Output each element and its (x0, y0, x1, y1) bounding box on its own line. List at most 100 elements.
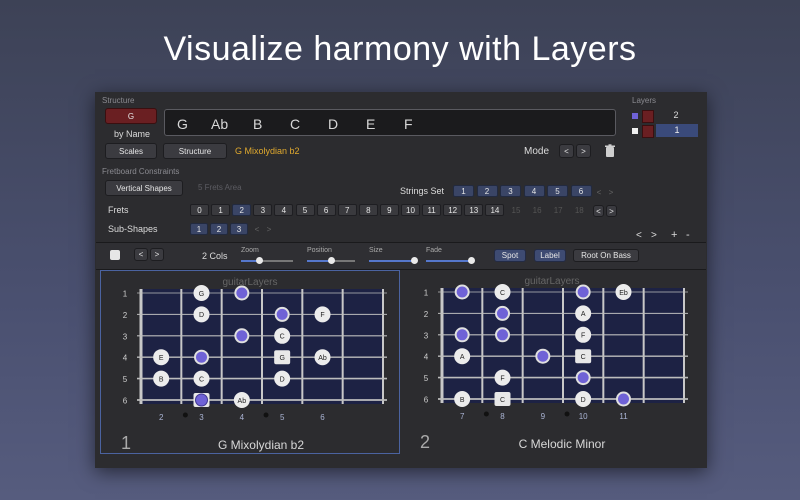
subshape-chip[interactable]: 2 (210, 223, 228, 235)
fret-chip[interactable]: 3 (253, 204, 273, 216)
fret-chip[interactable]: 16 (528, 204, 547, 216)
scales-button[interactable]: Scales (105, 143, 157, 159)
note-marker[interactable]: F (494, 369, 511, 386)
layer-visibility-toggle[interactable] (642, 110, 654, 123)
fret-chip[interactable]: 15 (507, 204, 526, 216)
string-set-chip[interactable]: 1 (453, 185, 474, 197)
fret-chip[interactable]: 2 (232, 204, 252, 216)
note-marker[interactable] (234, 285, 250, 301)
root-on-bass-button[interactable]: Root On Bass (573, 249, 639, 262)
spot-button[interactable]: Spot (494, 249, 526, 262)
layer-visibility-toggle[interactable] (642, 125, 654, 138)
strings-next-button[interactable]: > (606, 186, 616, 198)
note-marker[interactable]: G (274, 350, 291, 365)
shapes-button[interactable]: Vertical Shapes (105, 180, 183, 196)
note-marker[interactable]: Eb (615, 284, 632, 300)
fret-chip[interactable]: 1 (211, 204, 231, 216)
note-item: E (366, 116, 376, 132)
fret-chip[interactable]: 9 (379, 204, 399, 216)
frets-label: Frets (108, 205, 129, 215)
note-marker[interactable] (274, 306, 290, 322)
note-marker[interactable] (234, 328, 250, 344)
note-marker[interactable]: C (494, 284, 511, 300)
subshape-chip[interactable]: 1 (190, 223, 208, 235)
remove-layer-button[interactable]: - (686, 229, 690, 241)
fretboard-view-2[interactable]: guitarLayers 1 2 3 4 5 6 7 8 9 10 11 C Eb A F A C F B C D 2 … (402, 270, 702, 454)
fret-chip[interactable]: 5 (295, 204, 315, 216)
frets-next-button[interactable]: > (606, 205, 617, 217)
note-marker[interactable] (193, 393, 210, 407)
note-marker[interactable]: Ab (233, 392, 250, 408)
layer-row[interactable]: 1 (630, 124, 702, 138)
note-marker[interactable] (575, 284, 591, 300)
fade-slider[interactable] (426, 257, 476, 264)
zoom-slider[interactable] (241, 257, 293, 264)
note-marker[interactable]: G (193, 285, 210, 301)
note-marker[interactable]: F (314, 306, 331, 323)
note-marker[interactable]: F (575, 326, 592, 343)
note-marker[interactable]: C (193, 370, 210, 387)
select-all-checkbox[interactable] (110, 250, 120, 260)
note-marker[interactable] (454, 284, 470, 300)
fret-chip[interactable]: 6 (316, 204, 336, 216)
toolbar-prev-button[interactable]: < (134, 248, 148, 261)
layers-next-button[interactable]: > (651, 230, 657, 241)
size-slider[interactable] (369, 257, 419, 264)
string-number-label: 2 (123, 311, 128, 320)
subshapes-prev-button[interactable]: < (252, 223, 262, 235)
string-set-chip[interactable]: 2 (476, 185, 498, 197)
mode-prev-button[interactable]: < (559, 144, 574, 158)
fret-chip[interactable]: 12 (443, 204, 463, 216)
note-marker[interactable]: D (274, 370, 291, 387)
fret-chip[interactable]: 18 (570, 204, 589, 216)
fret-chip[interactable]: 0 (190, 204, 209, 216)
fret-chip[interactable]: 8 (358, 204, 378, 216)
fret-chip[interactable]: 13 (464, 204, 484, 216)
strings-prev-button[interactable]: < (594, 186, 604, 198)
string-number-label: 4 (424, 353, 429, 362)
layer-row[interactable]: 2 (630, 109, 702, 123)
note-marker[interactable]: D (575, 391, 592, 407)
note-marker[interactable]: D (193, 306, 210, 323)
fret-chip[interactable]: 11 (422, 204, 442, 216)
mode-next-button[interactable]: > (576, 144, 591, 158)
note-marker[interactable]: C (494, 392, 511, 406)
note-marker[interactable]: C (575, 349, 592, 364)
fret-chip[interactable]: 7 (337, 204, 357, 216)
note-marker[interactable] (535, 348, 551, 364)
note-marker[interactable] (495, 327, 510, 343)
structure-button[interactable]: Structure (163, 143, 227, 159)
fret-chip[interactable]: 14 (485, 204, 505, 216)
string-set-chip[interactable]: 4 (523, 185, 545, 197)
note-marker[interactable]: E (153, 349, 170, 366)
note-marker[interactable]: Ab (314, 349, 331, 366)
note-marker[interactable] (616, 391, 631, 407)
toolbar-next-button[interactable]: > (150, 248, 164, 261)
trash-icon[interactable] (604, 144, 616, 158)
note-marker[interactable]: C (274, 327, 291, 344)
add-layer-button[interactable]: + (671, 229, 677, 241)
label-button[interactable]: Label (534, 249, 566, 262)
frets-prev-button[interactable]: < (593, 205, 604, 217)
subshape-chip[interactable]: 3 (230, 223, 248, 235)
fret-chip[interactable]: 17 (549, 204, 568, 216)
fret-chip[interactable]: 10 (401, 204, 420, 216)
position-slider[interactable] (307, 257, 355, 264)
layers-prev-button[interactable]: < (636, 230, 642, 241)
note-marker[interactable]: B (153, 370, 170, 387)
root-note-button[interactable]: G (105, 108, 157, 124)
note-marker[interactable]: A (454, 348, 471, 365)
note-marker[interactable]: A (575, 305, 592, 322)
string-set-chip[interactable]: 6 (570, 185, 592, 197)
note-marker[interactable] (454, 327, 470, 343)
by-name-toggle[interactable]: by Name (114, 129, 150, 139)
string-set-chip[interactable]: 5 (547, 185, 568, 197)
note-marker[interactable] (575, 370, 591, 386)
note-marker[interactable] (495, 305, 510, 321)
fret-chip[interactable]: 4 (274, 204, 294, 216)
subshapes-next-button[interactable]: > (264, 223, 274, 235)
note-marker[interactable] (194, 349, 209, 365)
string-set-chip[interactable]: 3 (500, 185, 521, 197)
fretboard-view-1[interactable]: guitarLayers 1 2 3 4 5 6 2 3 4 5 6 G D F C E G Ab B C D Ab 1 … (100, 270, 400, 454)
note-marker[interactable]: B (454, 391, 471, 407)
